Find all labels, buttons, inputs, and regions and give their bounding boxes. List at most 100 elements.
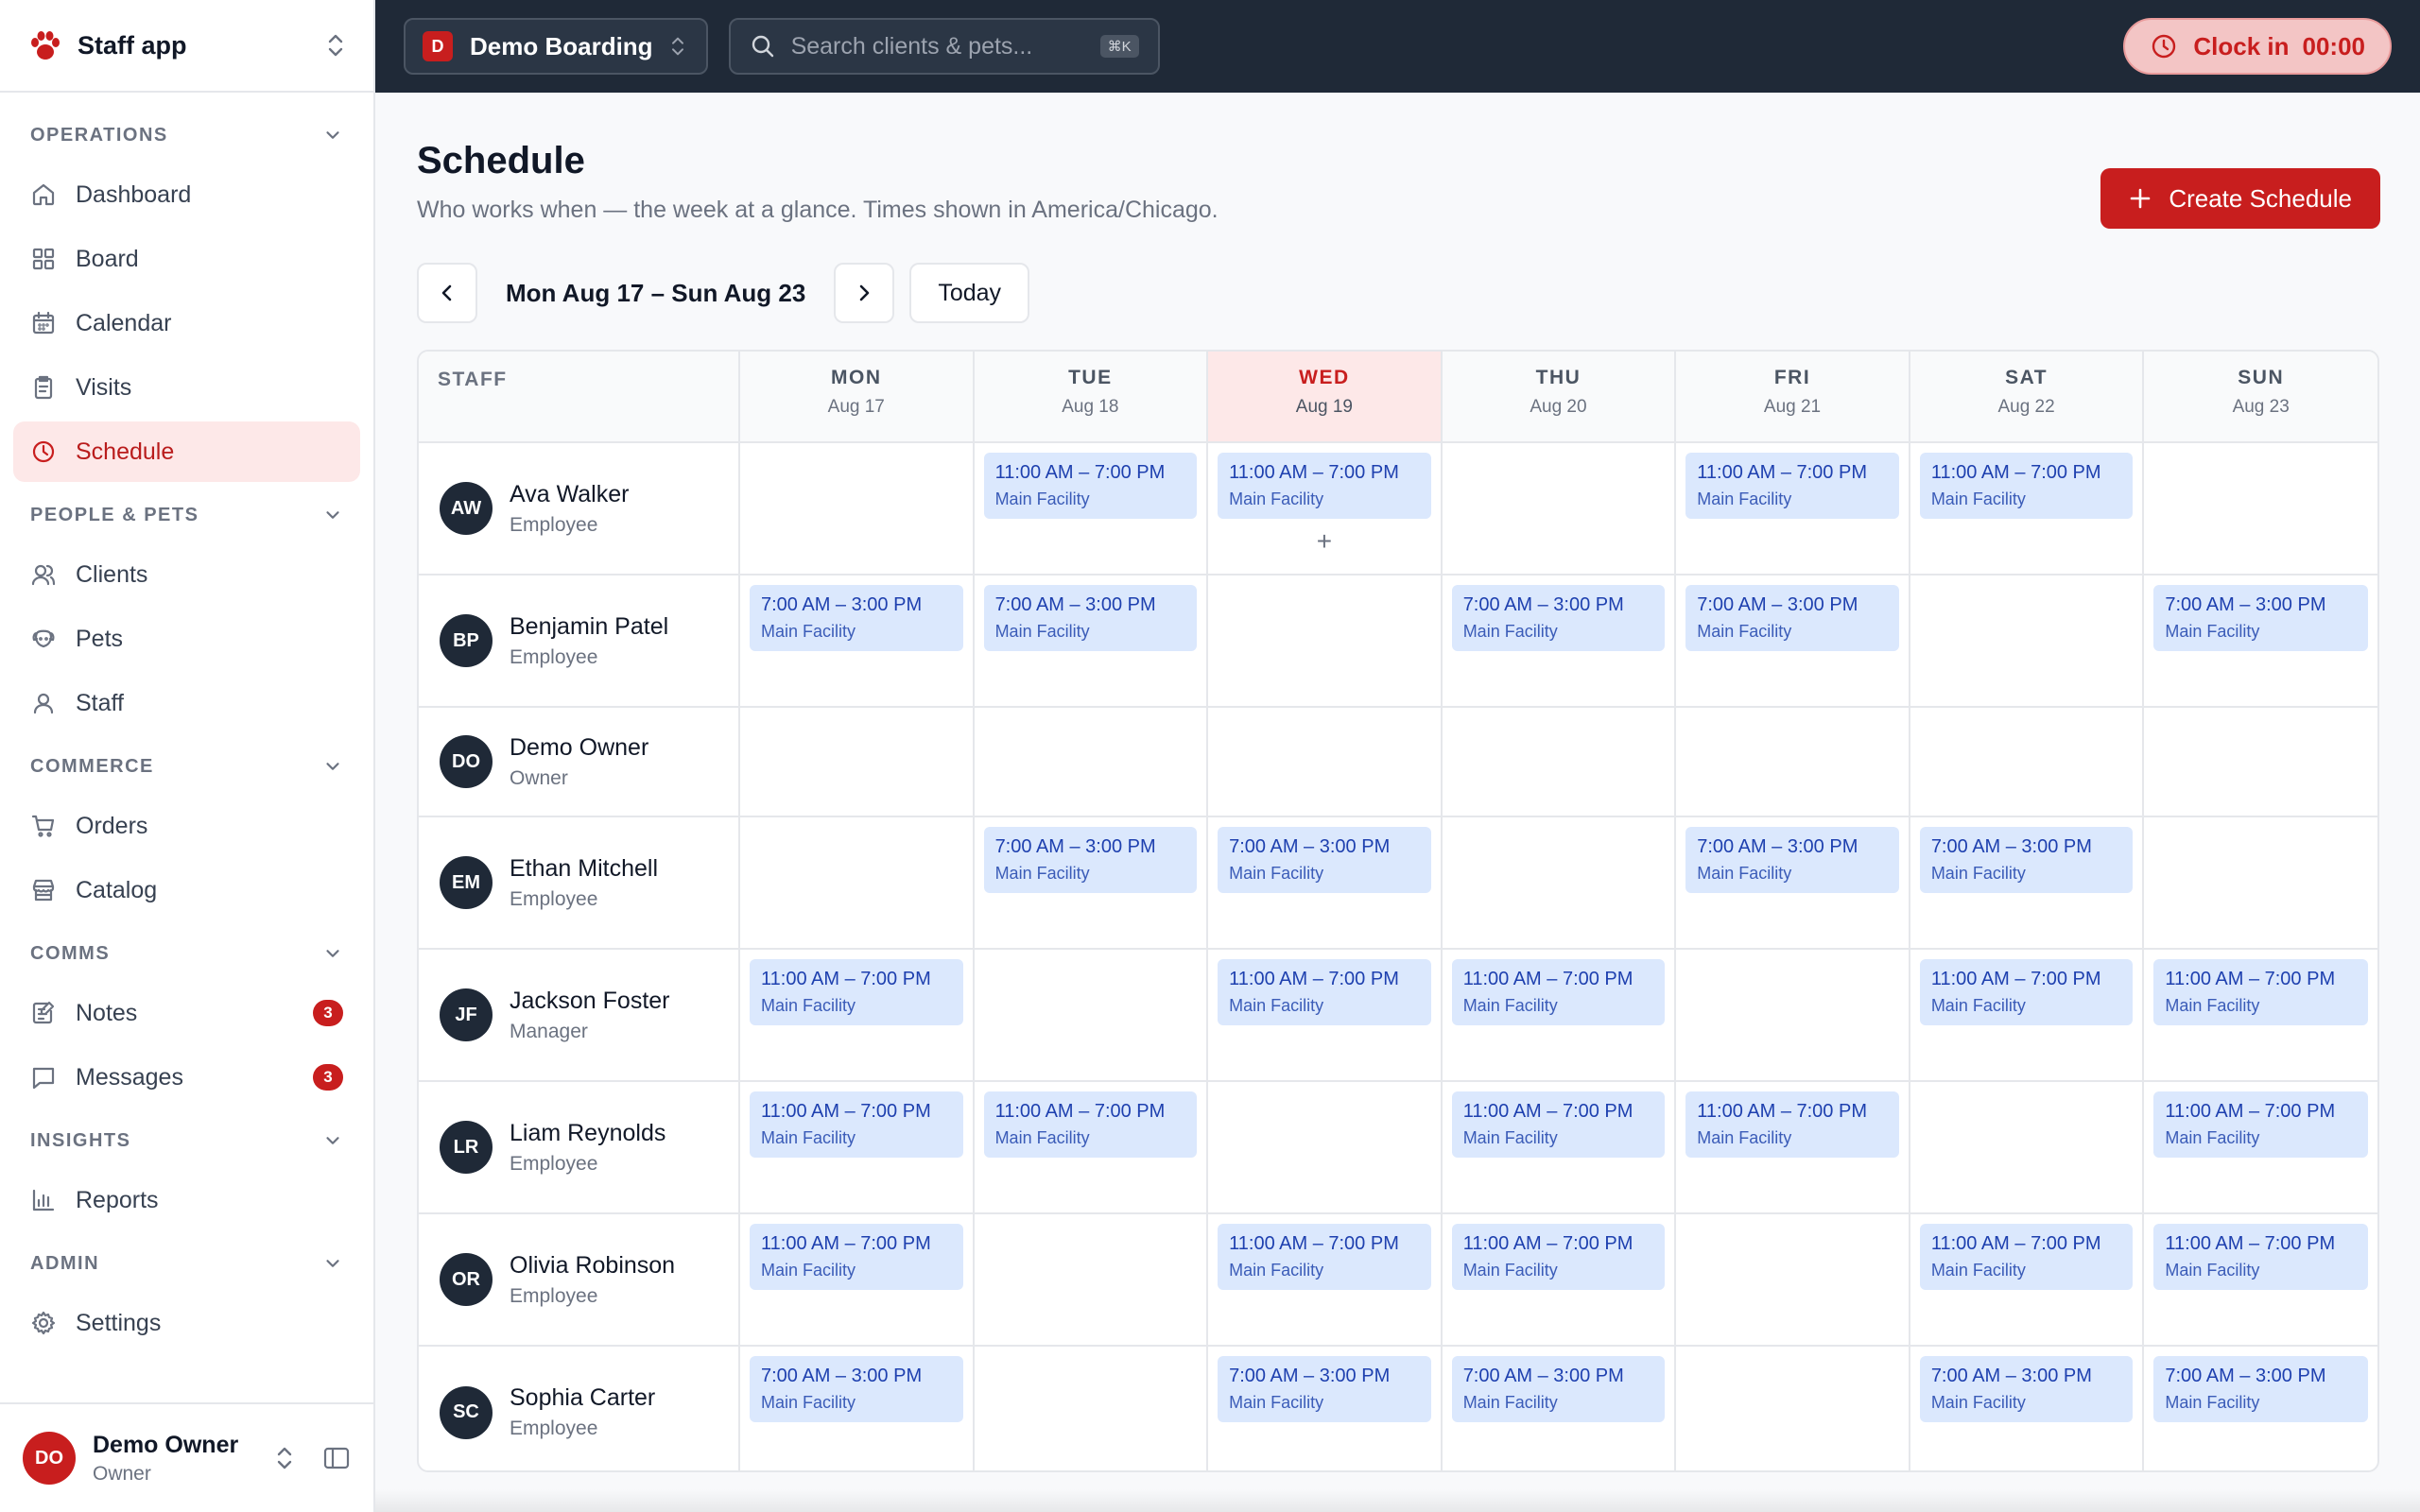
day-cell[interactable] — [973, 707, 1209, 817]
sidebar-item-calendar[interactable]: Calendar — [13, 293, 360, 353]
day-cell[interactable]: 11:00 AM – 7:00 PM Main Facility + — [1207, 442, 1443, 576]
sidebar-item-staff[interactable]: Staff — [13, 673, 360, 733]
shift-block[interactable]: 11:00 AM – 7:00 PM Main Facility — [2153, 1224, 2368, 1290]
shift-block[interactable]: 11:00 AM – 7:00 PM Main Facility — [1685, 453, 1899, 519]
shift-block[interactable]: 7:00 AM – 3:00 PM Main Facility — [1685, 827, 1899, 893]
day-cell[interactable]: 11:00 AM – 7:00 PM Main Facility — [1441, 1081, 1677, 1214]
shift-block[interactable]: 7:00 AM – 3:00 PM Main Facility — [983, 827, 1198, 893]
sidebar-item-orders[interactable]: Orders — [13, 796, 360, 856]
day-cell[interactable] — [973, 949, 1209, 1082]
day-cell[interactable] — [1207, 707, 1443, 817]
sidebar-item-notes[interactable]: Notes 3 — [13, 983, 360, 1043]
shift-block[interactable]: 11:00 AM – 7:00 PM Main Facility — [1218, 453, 1431, 519]
day-cell[interactable]: 7:00 AM – 3:00 PM Main Facility — [973, 575, 1209, 708]
shift-block[interactable]: 11:00 AM – 7:00 PM Main Facility — [1218, 959, 1431, 1025]
sidebar-section-header[interactable]: PEOPLE & PETS — [13, 486, 360, 544]
sidebar-item-settings[interactable]: Settings — [13, 1293, 360, 1353]
day-cell[interactable]: 7:00 AM – 3:00 PM Main Facility — [1675, 575, 1910, 708]
day-cell[interactable]: 7:00 AM – 3:00 PM Main Facility — [1909, 1346, 2145, 1470]
day-cell[interactable] — [973, 1213, 1209, 1347]
shift-block[interactable]: 11:00 AM – 7:00 PM Main Facility — [1218, 1224, 1431, 1290]
day-cell[interactable]: 11:00 AM – 7:00 PM Main Facility — [2143, 949, 2377, 1082]
day-cell[interactable]: 11:00 AM – 7:00 PM Main Facility — [1441, 949, 1677, 1082]
today-button[interactable]: Today — [909, 263, 1030, 323]
day-cell[interactable] — [1207, 575, 1443, 708]
prev-week-button[interactable] — [417, 263, 477, 323]
app-switcher[interactable]: Staff app — [0, 0, 373, 93]
sidebar-item-catalog[interactable]: Catalog — [13, 860, 360, 920]
add-shift-button[interactable]: + — [1218, 528, 1431, 555]
day-cell[interactable]: 7:00 AM – 3:00 PM Main Facility — [1207, 816, 1443, 950]
day-cell[interactable]: 11:00 AM – 7:00 PM Main Facility — [739, 1213, 975, 1347]
sidebar-item-visits[interactable]: Visits — [13, 357, 360, 418]
shift-block[interactable]: 11:00 AM – 7:00 PM Main Facility — [1919, 959, 2134, 1025]
day-cell[interactable] — [2143, 707, 2377, 817]
day-cell[interactable]: 11:00 AM – 7:00 PM Main Facility — [1909, 949, 2145, 1082]
shift-block[interactable]: 11:00 AM – 7:00 PM Main Facility — [1919, 453, 2134, 519]
sidebar-item-schedule[interactable]: Schedule — [13, 421, 360, 482]
user-menu[interactable]: DO Demo Owner Owner — [0, 1402, 373, 1512]
sidebar-item-reports[interactable]: Reports — [13, 1170, 360, 1230]
shift-block[interactable]: 7:00 AM – 3:00 PM Main Facility — [2153, 585, 2368, 651]
day-cell[interactable] — [973, 1346, 1209, 1470]
day-cell[interactable]: 11:00 AM – 7:00 PM Main Facility — [1675, 442, 1910, 576]
shift-block[interactable]: 7:00 AM – 3:00 PM Main Facility — [2153, 1356, 2368, 1422]
day-cell[interactable]: 11:00 AM – 7:00 PM Main Facility — [1909, 1213, 2145, 1347]
day-cell[interactable]: 11:00 AM – 7:00 PM Main Facility — [1441, 1213, 1677, 1347]
day-cell[interactable]: 7:00 AM – 3:00 PM Main Facility — [1675, 816, 1910, 950]
shift-block[interactable]: 7:00 AM – 3:00 PM Main Facility — [1919, 827, 2134, 893]
search-input[interactable] — [790, 32, 1100, 60]
sidebar-section-header[interactable]: COMMERCE — [13, 737, 360, 796]
day-cell[interactable]: 7:00 AM – 3:00 PM Main Facility — [1909, 816, 2145, 950]
shift-block[interactable]: 7:00 AM – 3:00 PM Main Facility — [1218, 827, 1431, 893]
day-cell[interactable] — [739, 816, 975, 950]
day-cell[interactable] — [1909, 1081, 2145, 1214]
day-cell[interactable] — [1909, 575, 2145, 708]
day-cell[interactable]: 11:00 AM – 7:00 PM Main Facility — [2143, 1213, 2377, 1347]
day-cell[interactable]: 7:00 AM – 3:00 PM Main Facility — [739, 1346, 975, 1470]
sidebar-toggle-icon[interactable] — [322, 1444, 351, 1472]
day-cell[interactable]: 7:00 AM – 3:00 PM Main Facility — [2143, 575, 2377, 708]
day-cell[interactable] — [1675, 949, 1910, 1082]
day-cell[interactable] — [739, 442, 975, 576]
day-cell[interactable] — [1207, 1081, 1443, 1214]
day-cell[interactable]: 7:00 AM – 3:00 PM Main Facility — [1207, 1346, 1443, 1470]
day-cell[interactable]: 7:00 AM – 3:00 PM Main Facility — [1441, 1346, 1677, 1470]
shift-block[interactable]: 7:00 AM – 3:00 PM Main Facility — [1451, 1356, 1666, 1422]
shift-block[interactable]: 7:00 AM – 3:00 PM Main Facility — [750, 585, 963, 651]
day-cell[interactable] — [1441, 442, 1677, 576]
day-cell[interactable]: 11:00 AM – 7:00 PM Main Facility — [973, 1081, 1209, 1214]
day-cell[interactable]: 11:00 AM – 7:00 PM Main Facility — [973, 442, 1209, 576]
day-cell[interactable]: 11:00 AM – 7:00 PM Main Facility — [2143, 1081, 2377, 1214]
day-cell[interactable] — [1675, 1213, 1910, 1347]
chevron-down-icon[interactable] — [322, 125, 343, 146]
shift-block[interactable]: 11:00 AM – 7:00 PM Main Facility — [983, 453, 1198, 519]
shift-block[interactable]: 11:00 AM – 7:00 PM Main Facility — [1919, 1224, 2134, 1290]
shift-block[interactable]: 7:00 AM – 3:00 PM Main Facility — [1451, 585, 1666, 651]
shift-block[interactable]: 11:00 AM – 7:00 PM Main Facility — [1451, 1224, 1666, 1290]
day-cell[interactable]: 7:00 AM – 3:00 PM Main Facility — [2143, 1346, 2377, 1470]
shift-block[interactable]: 11:00 AM – 7:00 PM Main Facility — [1451, 1091, 1666, 1158]
day-cell[interactable]: 11:00 AM – 7:00 PM Main Facility — [1675, 1081, 1910, 1214]
day-cell[interactable]: 11:00 AM – 7:00 PM Main Facility — [1909, 442, 2145, 576]
shift-block[interactable]: 7:00 AM – 3:00 PM Main Facility — [1218, 1356, 1431, 1422]
shift-block[interactable]: 11:00 AM – 7:00 PM Main Facility — [2153, 959, 2368, 1025]
day-cell[interactable] — [1675, 1346, 1910, 1470]
create-schedule-button[interactable]: Create Schedule — [2100, 168, 2380, 229]
day-cell[interactable]: 7:00 AM – 3:00 PM Main Facility — [973, 816, 1209, 950]
clock-in-button[interactable]: Clock in 00:00 — [2123, 18, 2392, 75]
sidebar-item-board[interactable]: Board — [13, 229, 360, 289]
next-week-button[interactable] — [834, 263, 895, 323]
sidebar-section-header[interactable]: COMMS — [13, 924, 360, 983]
chevron-down-icon[interactable] — [322, 756, 343, 777]
sidebar-section-header[interactable]: OPERATIONS — [13, 106, 360, 164]
day-cell[interactable]: 11:00 AM – 7:00 PM Main Facility — [739, 949, 975, 1082]
shift-block[interactable]: 11:00 AM – 7:00 PM Main Facility — [750, 1224, 963, 1290]
day-cell[interactable] — [1675, 707, 1910, 817]
search-box[interactable]: ⌘K — [728, 18, 1160, 75]
day-cell[interactable] — [2143, 816, 2377, 950]
day-cell[interactable]: 11:00 AM – 7:00 PM Main Facility — [1207, 1213, 1443, 1347]
day-cell[interactable] — [2143, 442, 2377, 576]
sidebar-item-dashboard[interactable]: Dashboard — [13, 164, 360, 225]
sidebar-item-messages[interactable]: Messages 3 — [13, 1047, 360, 1108]
